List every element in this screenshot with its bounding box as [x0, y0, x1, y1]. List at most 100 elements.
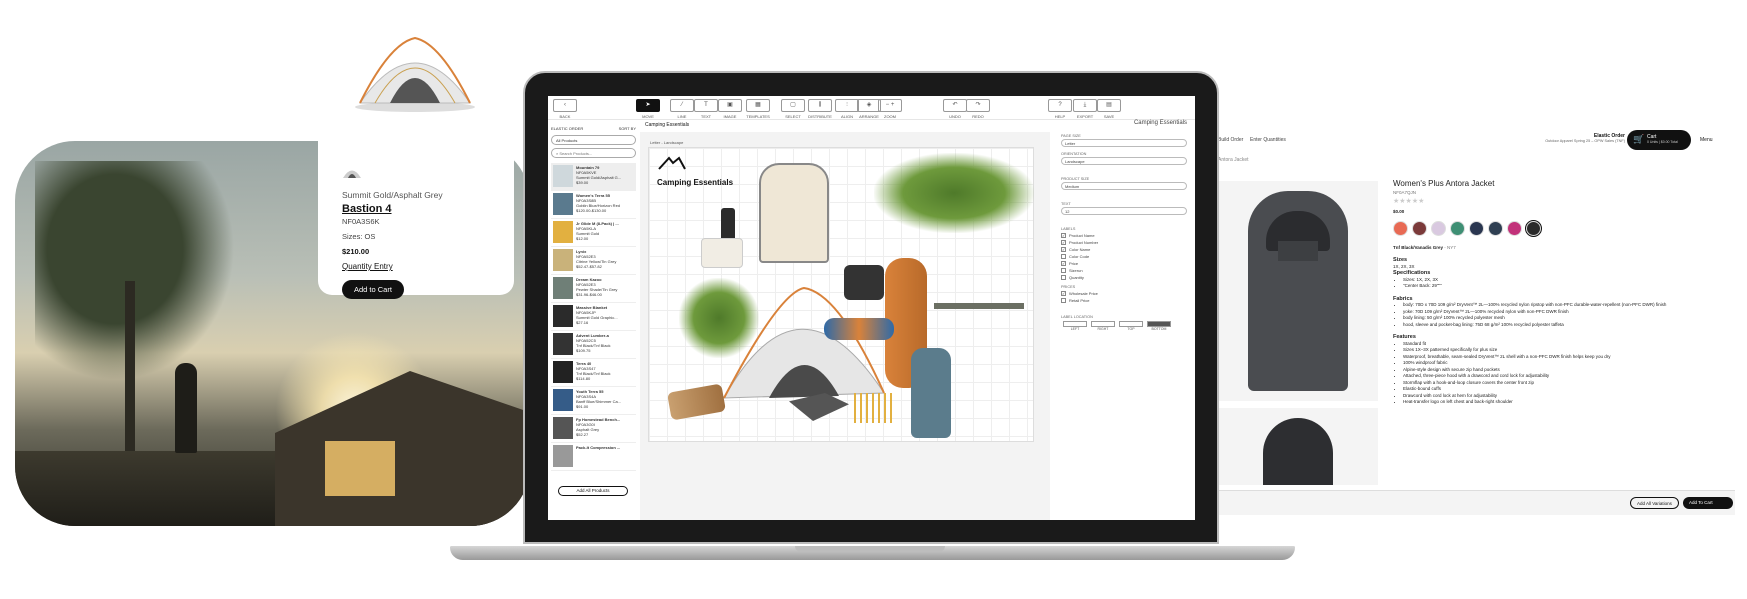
tab-camping-essentials[interactable]: Camping Essentials — [643, 120, 713, 130]
canvas-product-tent[interactable] — [719, 283, 889, 403]
checkbox-box[interactable] — [1061, 268, 1066, 273]
list-item[interactable]: Women's Terra 55 NF0A3S8B Goblin Blue/Hori… — [551, 191, 636, 219]
checkbox-box[interactable] — [1061, 275, 1066, 280]
list-item[interactable]: Lynix NF0A52E3 Citrine Yellow/Tin Grey $52.… — [551, 247, 636, 275]
checkbox-box[interactable]: ✓ — [1061, 233, 1066, 238]
tab-enter-quantities[interactable]: Enter Quantities — [1250, 137, 1286, 143]
sort-by-button[interactable]: SORT BY — [619, 126, 636, 131]
tool-redo-button[interactable]: ↷ REDO — [966, 99, 990, 119]
checkbox-product-number[interactable]: ✓ Product Number — [1061, 240, 1187, 245]
location-label: LEFT — [1070, 327, 1080, 331]
add-all-products-button[interactable]: Add All Products — [558, 486, 628, 496]
canvas-product-sleeping-pad[interactable] — [824, 318, 894, 340]
product-price: $120.00-$130.00 — [576, 208, 607, 213]
checkbox-box[interactable]: ✓ — [1061, 247, 1066, 252]
add-to-cart-button[interactable]: Add To Cart — [1683, 497, 1733, 509]
add-all-variations-button[interactable]: Add All Variations — [1630, 497, 1679, 509]
location-bottom-button[interactable]: BOTTOM — [1145, 321, 1173, 332]
list-item[interactable]: Youth Terra 55 NF0A3S4A Banff Blue/Shimmer… — [551, 387, 636, 415]
list-item[interactable]: Pack-It Compression ... — [551, 443, 636, 471]
fabric-item: hood, sleeve and pocket-bag lining: 75D … — [1403, 322, 1728, 329]
tool-templates-button[interactable]: ▦ TEMPLATES — [746, 99, 770, 119]
tool-image-button[interactable]: ▣ IMAGE — [718, 99, 742, 119]
menu-button[interactable]: Menu — [1700, 137, 1713, 143]
tool-undo-button[interactable]: ↶ UNDO — [943, 99, 967, 119]
list-item[interactable]: Massive Blanket NF0A5KJP Summit Gold Graph… — [551, 303, 636, 331]
checkbox-quantity[interactable]: Quantity — [1061, 275, 1187, 280]
spec-item: "Center Back: 29""" — [1403, 283, 1728, 290]
quantity-entry-link[interactable]: Quantity Entry — [342, 262, 490, 271]
tool-help-button[interactable]: ? HELP — [1048, 99, 1072, 119]
canvas-product-cooler[interactable] — [701, 238, 743, 268]
tool-zoom-button[interactable]: − + ZOOM — [878, 99, 902, 119]
checkbox-box[interactable] — [1061, 254, 1066, 259]
breadcrumb[interactable]: Antora Jacket — [1218, 157, 1249, 163]
cart-button[interactable]: 🛒 Cart 0 Units | $0.00 Total — [1627, 130, 1691, 150]
orientation-select[interactable]: Landscape — [1061, 157, 1187, 165]
product-filter-select[interactable]: All Products — [551, 135, 636, 145]
list-item[interactable]: Jr Glide M (8-Pack) | ... NF0A5KLA Summit … — [551, 219, 636, 247]
checkbox-product-name[interactable]: ✓ Product Name — [1061, 233, 1187, 238]
product-size-select[interactable]: Medium — [1061, 182, 1187, 190]
search-input[interactable]: ⌕ Search Products... — [551, 148, 636, 158]
tool-align-button[interactable]: ⫶ ALIGN — [835, 99, 859, 119]
tool-text-button[interactable]: T TEXT — [694, 99, 718, 119]
tool-back-button[interactable]: ‹ BACK — [553, 99, 577, 119]
color-swatch[interactable] — [1412, 221, 1427, 236]
tab-build-order[interactable]: Build Order — [1218, 137, 1243, 143]
color-swatch[interactable] — [1431, 221, 1446, 236]
list-item[interactable]: Fp Homestead Bench... NF0A3G0I Asphalt Gre… — [551, 415, 636, 443]
color-swatch[interactable] — [1393, 221, 1408, 236]
list-item[interactable]: Terra 40 NF0A3S47 Tnf Black/Tnf Black $114.… — [551, 359, 636, 387]
product-thumbnail — [553, 445, 573, 467]
list-item[interactable]: Mountain 79 NF0A5KVE Summit Gold/Asphalt G… — [551, 163, 636, 191]
checkbox-box[interactable]: ✓ — [1061, 240, 1066, 245]
canvas-area[interactable]: Letter - Landscape Camping Essentials — [640, 132, 1050, 520]
checkbox-box[interactable]: ✓ — [1061, 291, 1066, 296]
product-image-secondary[interactable] — [1218, 408, 1378, 485]
checkbox-color-name[interactable]: ✓ Color Name — [1061, 247, 1187, 252]
checkbox-retail-price[interactable]: Retail Price — [1061, 298, 1187, 303]
color-swatch[interactable] — [1450, 221, 1465, 236]
checkbox-label: Product Name — [1069, 233, 1095, 238]
product-thumbnail — [553, 333, 573, 355]
product-name-link[interactable]: Bastion 4 — [342, 203, 490, 215]
tool-distribute-button[interactable]: ⫼ DISTRIBUTE — [808, 99, 832, 119]
location-right-button[interactable]: RIGHT — [1089, 321, 1117, 332]
canvas-product-chair[interactable] — [759, 163, 829, 263]
color-swatch[interactable] — [1525, 220, 1542, 237]
color-swatch[interactable] — [1507, 221, 1522, 236]
tool-export-button[interactable]: ⤓ EXPORT — [1073, 99, 1097, 119]
tool-line-icon: ⁄ — [670, 99, 694, 112]
checkbox-color-code[interactable]: Color Code — [1061, 254, 1187, 259]
canvas-page[interactable]: Camping Essentials — [648, 147, 1034, 442]
tool-save-button[interactable]: ▤ SAVE — [1097, 99, 1121, 119]
brand-block[interactable]: Camping Essentials — [657, 156, 737, 187]
location-left-button[interactable]: LEFT — [1061, 321, 1089, 332]
product-price: $31.96-$46.00 — [576, 292, 602, 297]
canvas-product-stakes[interactable] — [854, 393, 894, 423]
tool-select-icon: ▢ — [781, 99, 805, 112]
checkbox-box[interactable] — [1061, 298, 1066, 303]
checkbox-price[interactable]: ✓ Price — [1061, 261, 1187, 266]
features-list: Standard fit Sizes 1X–3X patterned speci… — [1393, 341, 1728, 406]
checkbox-sizerun[interactable]: Sizerun — [1061, 268, 1187, 273]
add-to-cart-button[interactable]: Add to Cart — [342, 280, 404, 299]
canvas-product-firewood[interactable] — [666, 383, 727, 421]
tool-line-button[interactable]: ⁄ LINE — [670, 99, 694, 119]
color-swatch[interactable] — [1469, 221, 1484, 236]
location-top-button[interactable]: TOP — [1117, 321, 1145, 332]
checkbox-wholesale-price[interactable]: ✓ Wholesale Price — [1061, 291, 1187, 296]
page-size-select[interactable]: Letter — [1061, 139, 1187, 147]
tool-move-button[interactable]: ➤ MOVE — [636, 99, 660, 119]
list-item[interactable]: Advent Lumber-a NF0A52C5 Tnf Black/Tnf Bla… — [551, 331, 636, 359]
tool-select-button[interactable]: ▢ SELECT — [781, 99, 805, 119]
location-label: BOTTOM — [1151, 327, 1167, 331]
color-swatch[interactable] — [1488, 221, 1503, 236]
checkbox-box[interactable]: ✓ — [1061, 261, 1066, 266]
list-item[interactable]: Dream Kazoo NF0A52E3 Pewter Shade/Tin Grey… — [551, 275, 636, 303]
canvas-product-backpack[interactable] — [911, 348, 951, 438]
order-info[interactable]: Elastic Order Outdoor Apparel Spring 25 … — [1515, 133, 1625, 143]
text-size-select[interactable]: 12 — [1061, 207, 1187, 215]
product-image-main[interactable] — [1218, 181, 1378, 401]
